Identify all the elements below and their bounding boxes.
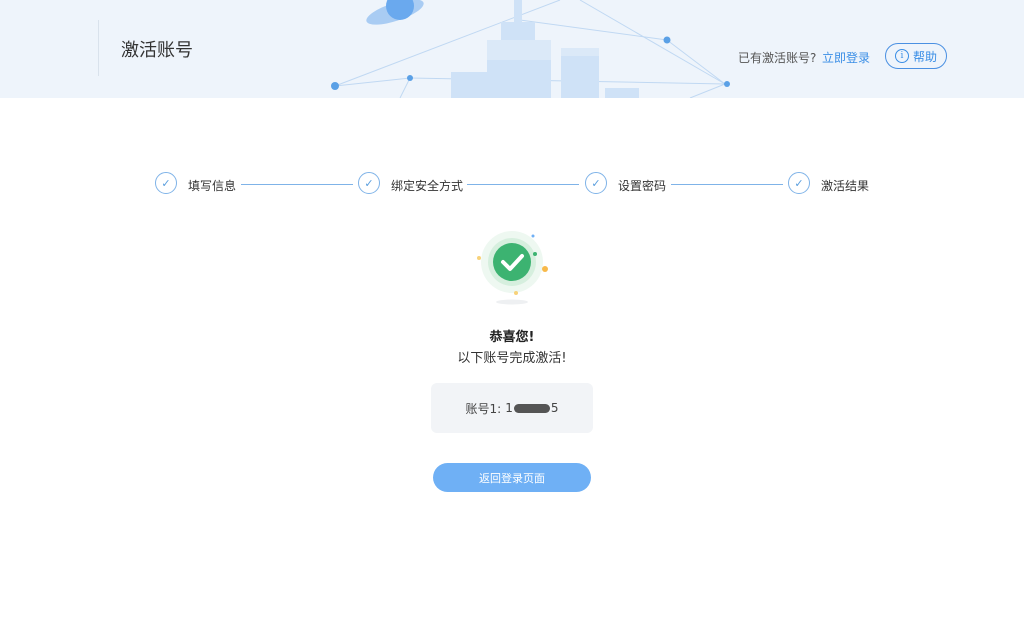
step-label: 填写信息: [188, 179, 237, 193]
step-label: 绑定安全方式: [391, 179, 464, 193]
success-check-icon: [477, 231, 548, 305]
account-box: 账号1: 1 5: [431, 383, 593, 433]
return-to-login-button[interactable]: 返回登录页面: [433, 463, 591, 492]
account-suffix: 5: [550, 401, 559, 415]
help-label: 帮助: [912, 49, 937, 64]
check-icon: ✓: [155, 172, 177, 194]
step-label: 激活结果: [821, 179, 870, 193]
login-prompt: 已有激活账号?: [738, 51, 817, 65]
account-prefix: 1: [505, 401, 513, 415]
check-icon: ✓: [585, 172, 607, 194]
step-label: 设置密码: [618, 179, 667, 193]
step-connector: [467, 184, 579, 185]
check-icon: ✓: [788, 172, 810, 194]
masked-account-number: [513, 403, 550, 413]
congrats-subtitle: 以下账号完成激活!: [457, 351, 567, 366]
info-icon: i: [894, 49, 909, 63]
help-button[interactable]: i 帮助: [885, 43, 947, 69]
account-label: 账号1:: [465, 401, 502, 416]
congrats-title: 恭喜您!: [489, 330, 535, 345]
page-title: 激活账号: [121, 40, 193, 61]
progress-steps: ✓ 填写信息 ✓ 绑定安全方式 ✓ 设置密码 ✓ 激活结果: [0, 172, 1024, 198]
header-banner: 激活账号 已有激活账号? 立即登录 i 帮助: [0, 0, 1024, 98]
step-connector: [241, 184, 353, 185]
check-icon: ✓: [358, 172, 380, 194]
login-link[interactable]: 立即登录: [822, 49, 870, 66]
header-divider: [98, 20, 99, 76]
step-connector: [671, 184, 783, 185]
